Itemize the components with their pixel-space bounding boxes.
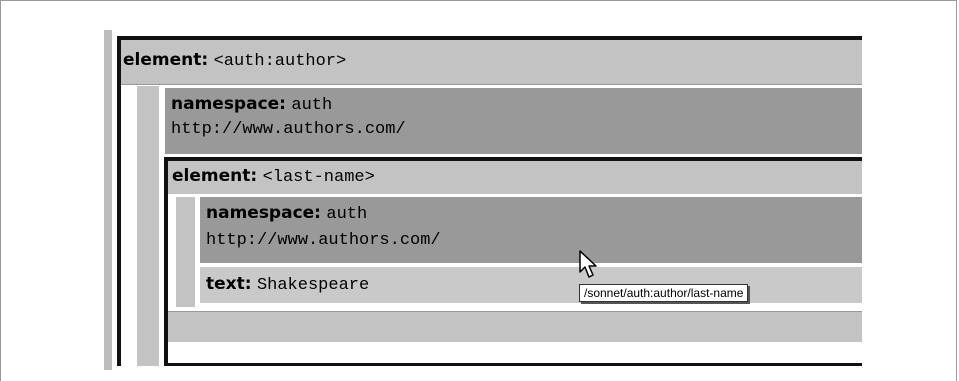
element-tag-name: <auth:author> — [213, 52, 347, 71]
namespace-keyword: namespace: — [206, 203, 321, 223]
element-tag-name: <last-name> — [262, 168, 375, 187]
namespace-node[interactable]: namespace: auth http://www.authors.com/ — [165, 88, 862, 154]
xml-tree-view[interactable]: element: <auth:author> namespace: auth h… — [117, 36, 862, 366]
text-node[interactable]: text: Shakespeare — [200, 267, 862, 303]
element-header-auth-author[interactable]: element: <auth:author> — [121, 40, 862, 85]
namespace-prefix: auth — [291, 96, 333, 115]
element-keyword: element: — [172, 166, 258, 186]
text-value: Shakespeare — [256, 276, 370, 295]
element-footer — [168, 311, 862, 342]
element-header-last-name[interactable]: element: <last-name> — [168, 161, 862, 194]
child-gutter — [176, 197, 195, 307]
arrow-pointer-icon — [579, 250, 597, 278]
child-gutter — [137, 86, 159, 366]
element-label: element: <auth:author> — [123, 50, 346, 71]
namespace-prefix: auth — [326, 205, 368, 224]
element-keyword: element: — [123, 50, 209, 70]
text-label: text: Shakespeare — [206, 274, 369, 295]
element-label: element: <last-name> — [172, 166, 375, 187]
namespace-keyword: namespace: — [171, 94, 286, 114]
namespace-uri: http://www.authors.com/ — [171, 120, 406, 139]
namespace-label: namespace: auth — [206, 203, 367, 224]
namespace-label: namespace: auth — [171, 94, 332, 115]
document-gutter — [104, 30, 112, 370]
element-box-auth-author[interactable]: element: <auth:author> namespace: auth h… — [117, 36, 862, 366]
xpath-tooltip: /sonnet/auth:author/last-name — [579, 284, 749, 302]
namespace-uri: http://www.authors.com/ — [206, 231, 441, 250]
text-keyword: text: — [206, 274, 252, 294]
namespace-node[interactable]: namespace: auth http://www.authors.com/ — [200, 197, 862, 263]
element-box-last-name[interactable]: element: <last-name> namespace: auth htt… — [164, 157, 862, 366]
